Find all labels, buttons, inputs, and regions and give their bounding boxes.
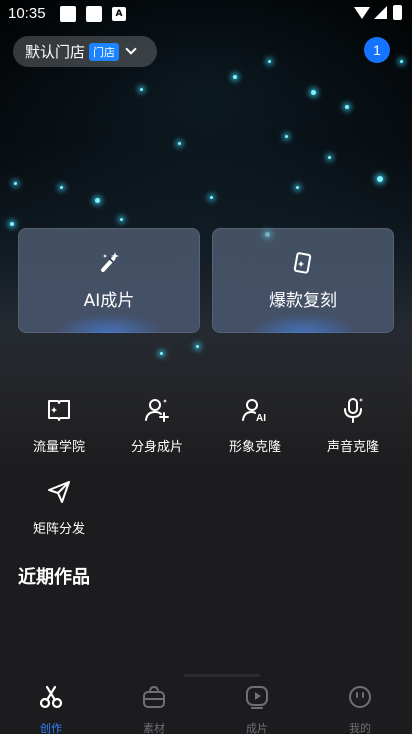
notification-square-icon	[86, 6, 102, 22]
battery-icon	[393, 5, 402, 20]
nav-label: 创作	[40, 722, 62, 734]
star	[178, 142, 181, 145]
video-icon	[246, 686, 268, 709]
bottom-nav: 创作 素材 成片 我的	[0, 680, 412, 734]
star	[196, 345, 199, 348]
tool-avatar-video[interactable]: 分身成片	[112, 396, 202, 455]
tool-label: 分身成片	[130, 440, 183, 455]
notification-square-icon	[60, 6, 76, 22]
status-icons	[354, 5, 402, 20]
user-add-icon	[145, 399, 169, 422]
svg-text:AI: AI	[256, 413, 266, 424]
nav-mine[interactable]: 我的	[330, 684, 390, 734]
send-icon	[48, 481, 70, 503]
star	[345, 105, 349, 109]
face-icon	[349, 686, 371, 708]
star	[400, 60, 403, 63]
star	[377, 176, 383, 182]
book-icon	[48, 400, 70, 421]
star	[14, 182, 17, 185]
store-name: 默认门店	[25, 43, 86, 61]
ai-video-label: AI成片	[83, 291, 135, 311]
nav-label: 成片	[246, 722, 268, 734]
star	[210, 196, 213, 199]
hit-replicate-card[interactable]: 爆款复刻	[212, 228, 394, 333]
star	[268, 60, 271, 63]
user-ai-icon: AI	[242, 399, 266, 424]
tool-label: 流量学院	[32, 440, 85, 455]
recent-works-title: 近期作品	[18, 567, 90, 588]
tool-matrix-distribution[interactable]: 矩阵分发	[14, 478, 104, 537]
star	[233, 75, 237, 79]
status-bar: 10:35 A	[0, 0, 412, 30]
tool-traffic-academy[interactable]: 流量学院	[14, 396, 104, 455]
hit-replicate-label: 爆款复刻	[269, 291, 337, 311]
app-notification-icon: A	[112, 7, 126, 21]
tool-image-clone[interactable]: AI 形象克隆	[210, 396, 300, 455]
tool-voice-clone[interactable]: 声音克隆	[308, 396, 398, 455]
signal-icon	[374, 6, 387, 19]
scroll-indicator	[184, 674, 260, 677]
chevron-down-icon	[125, 43, 137, 55]
star	[140, 88, 143, 91]
scissors-icon	[39, 685, 63, 709]
notification-badge[interactable]: 1	[364, 37, 390, 63]
star	[10, 222, 14, 226]
wifi-icon	[354, 6, 370, 19]
tool-label: 声音克隆	[326, 440, 379, 455]
nav-create[interactable]: 创作	[21, 684, 81, 734]
magic-wand-icon	[101, 252, 119, 272]
nav-label: 我的	[349, 722, 371, 734]
star	[60, 186, 63, 189]
star	[328, 156, 331, 159]
store-selector[interactable]: 默认门店 门店	[13, 36, 157, 67]
status-time: 10:35	[8, 5, 46, 22]
nav-materials[interactable]: 素材	[124, 684, 184, 734]
star	[285, 135, 288, 138]
ai-video-card[interactable]: AI成片	[18, 228, 200, 333]
tool-label: 形象克隆	[228, 440, 281, 455]
cards-icon	[293, 252, 312, 274]
nav-videos[interactable]: 成片	[227, 684, 287, 734]
star	[311, 90, 316, 95]
star	[296, 186, 299, 189]
nav-label: 素材	[143, 722, 165, 734]
store-tag-badge: 门店	[89, 42, 120, 61]
microphone-icon	[344, 398, 363, 423]
tool-label: 矩阵分发	[32, 522, 85, 537]
bag-icon	[143, 685, 165, 708]
star	[95, 198, 100, 203]
star	[120, 218, 123, 221]
star	[160, 352, 163, 355]
